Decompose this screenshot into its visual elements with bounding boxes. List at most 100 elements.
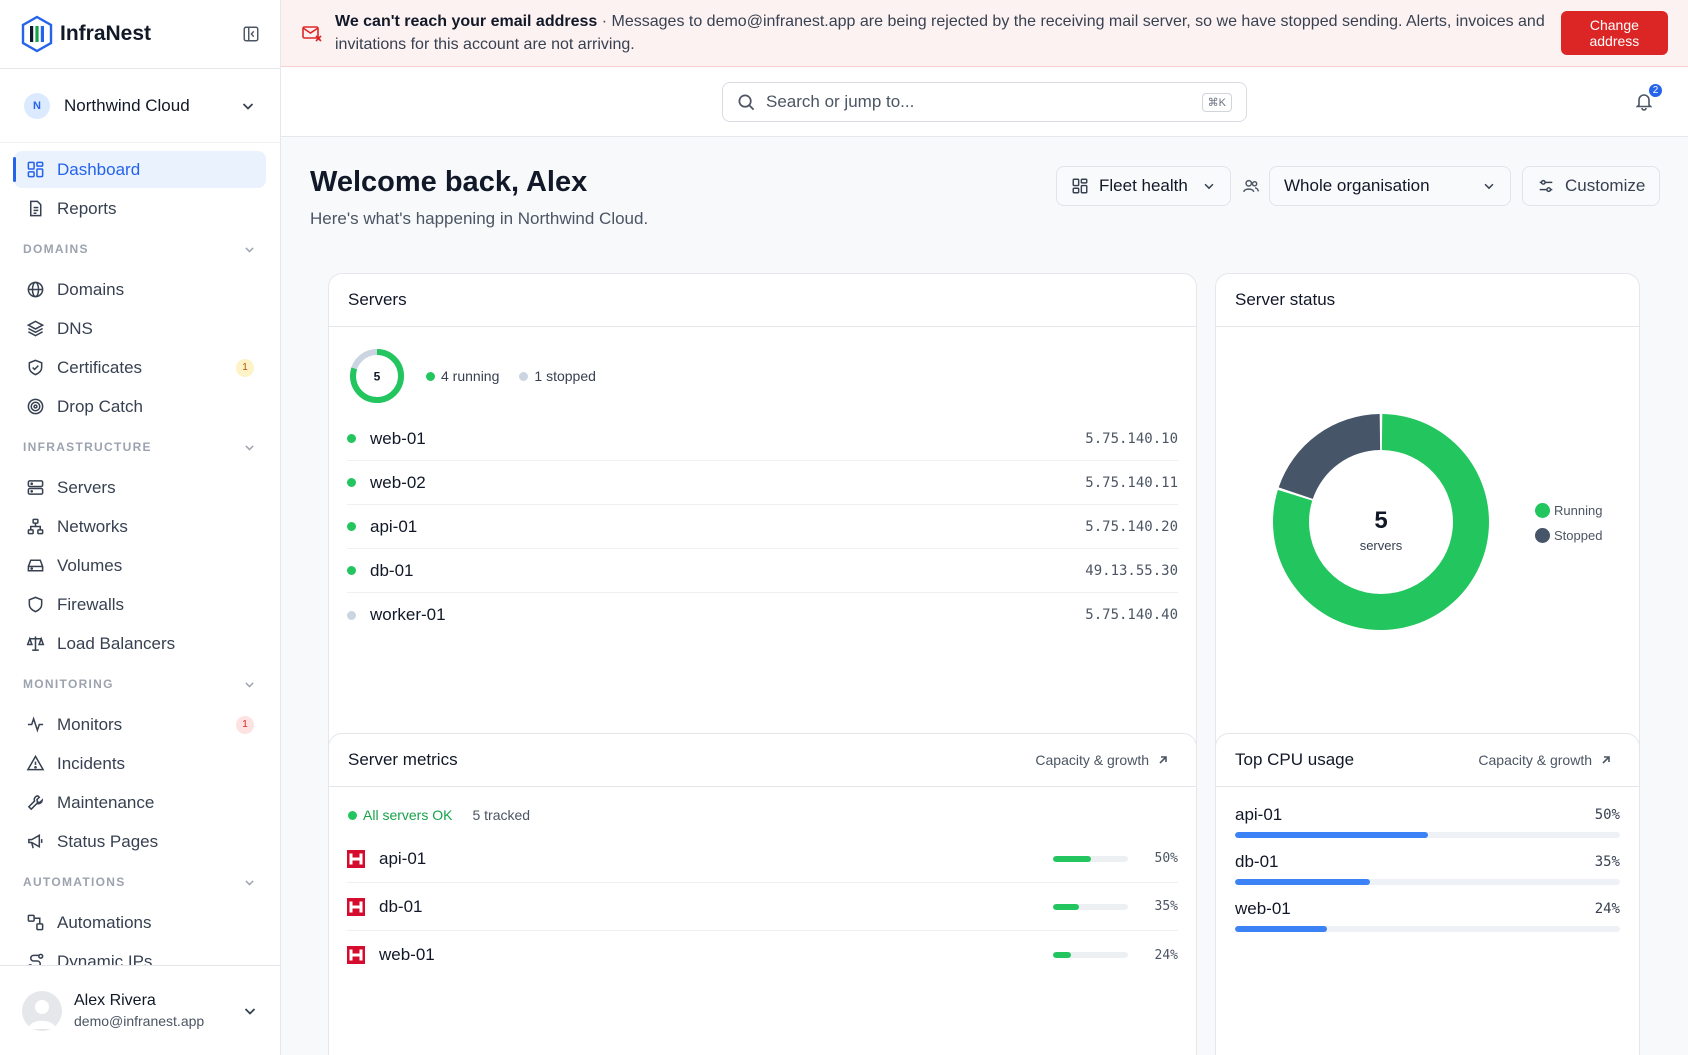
- list-item[interactable]: db-01 35%: [347, 883, 1178, 931]
- sidebar-item-dashboard[interactable]: Dashboard: [13, 151, 266, 188]
- cpu-percent: 35%: [1594, 854, 1620, 870]
- server-name: api-01: [370, 516, 418, 536]
- table-row[interactable]: web-02 5.75.140.11: [347, 461, 1178, 505]
- customize-button[interactable]: Customize: [1522, 166, 1661, 206]
- section-automations[interactable]: AUTOMATIONS: [14, 862, 266, 902]
- card-header: Server status: [1216, 274, 1639, 327]
- search-icon: [738, 94, 755, 110]
- running-dot: [426, 371, 435, 381]
- sidebar-item-label: Maintenance: [57, 792, 155, 812]
- running-count: 4 running: [426, 368, 499, 384]
- sidebar-item-label: Dashboard: [57, 159, 141, 179]
- user-menu[interactable]: Alex Rivera demo@infranest.app: [0, 965, 280, 1055]
- arrow-up-right-icon: [1602, 756, 1610, 764]
- sidebar-item-domains[interactable]: Domains: [14, 271, 266, 308]
- sidebar-item-networks[interactable]: Networks: [14, 508, 266, 545]
- section-title: INFRASTRUCTURE: [23, 440, 152, 454]
- server-ip: 5.75.140.11: [1085, 474, 1178, 491]
- chart-legend: Running Stopped: [1535, 498, 1602, 548]
- sidebar-item-status-pages[interactable]: Status Pages: [14, 823, 266, 860]
- cpu-server-name: api-01: [1235, 805, 1283, 824]
- sliders-icon: [1539, 179, 1553, 193]
- sidebar-item-servers[interactable]: Servers: [14, 469, 266, 506]
- sidebar-item-volumes[interactable]: Volumes: [14, 547, 266, 584]
- server-ip: 5.75.140.20: [1085, 518, 1178, 535]
- sidebar-item-maintenance[interactable]: Maintenance: [14, 784, 266, 821]
- list-item[interactable]: web-01 24%: [1235, 885, 1620, 932]
- stopped-dot: [519, 371, 529, 381]
- list-item[interactable]: db-01 35%: [1235, 838, 1620, 885]
- legend-label: Running: [1554, 503, 1603, 518]
- wrench-icon: [27, 795, 44, 811]
- section-title: MONITORING: [23, 677, 114, 691]
- section-monitoring[interactable]: MONITORING: [14, 664, 266, 704]
- search-shortcut: ⌘K: [1201, 92, 1232, 112]
- section-infrastructure[interactable]: INFRASTRUCTURE: [14, 427, 266, 467]
- hetzner-icon: [347, 946, 365, 964]
- brand-name: InfraNest: [60, 22, 152, 45]
- shield-check-icon: [28, 359, 43, 376]
- sidebar-item-firewalls[interactable]: Firewalls: [14, 586, 266, 623]
- change-address-button[interactable]: Change address: [1560, 11, 1668, 55]
- sidebar-item-automations[interactable]: Automations: [14, 904, 266, 941]
- metric-bar: [1053, 903, 1128, 910]
- sidebar-item-drop-catch[interactable]: Drop Catch: [14, 388, 266, 425]
- list-item[interactable]: api-01 50%: [1235, 787, 1620, 838]
- sidebar-item-certificates[interactable]: Certificates 1: [14, 349, 266, 386]
- capacity-growth-link[interactable]: Capacity & growth: [1478, 752, 1612, 768]
- metrics-list: api-01 50% db-01 35% web-01 24%: [329, 835, 1196, 979]
- metrics-status: All servers OK 5 tracked: [329, 787, 1196, 835]
- org-switcher[interactable]: N Northwind Cloud: [0, 69, 280, 143]
- server-name: web-02: [370, 472, 426, 492]
- card-title: Server metrics: [348, 750, 458, 769]
- ok-dot: [348, 810, 357, 820]
- list-item[interactable]: api-01 50%: [347, 835, 1178, 883]
- sidebar-collapse-icon[interactable]: [242, 25, 260, 43]
- scope-select[interactable]: Whole organisation: [1269, 166, 1511, 206]
- avatar: [22, 990, 62, 1031]
- cpu-bar: [1235, 832, 1620, 838]
- status-dot: [347, 566, 356, 575]
- table-row[interactable]: api-01 5.75.140.20: [347, 505, 1178, 549]
- globe-icon: [27, 281, 44, 298]
- table-row[interactable]: worker-01 5.75.140.40: [347, 593, 1178, 637]
- chevron-down-icon: [245, 879, 254, 886]
- cpu-bar-fill: [1235, 832, 1428, 838]
- legend-item-running: Running: [1535, 498, 1602, 523]
- view-selector[interactable]: Fleet health: [1056, 166, 1231, 206]
- sidebar-item-label: Automations: [57, 912, 152, 932]
- sidebar-item-label: Status Pages: [57, 831, 159, 851]
- legend-item-stopped: Stopped: [1535, 523, 1602, 548]
- card-title: Top CPU usage: [1235, 750, 1355, 769]
- cpu-bar-fill: [1235, 879, 1370, 885]
- cpu-list: api-01 50% db-01 35% web-01 24%: [1216, 787, 1639, 932]
- sidebar-item-reports[interactable]: Reports: [14, 190, 266, 227]
- capacity-growth-link[interactable]: Capacity & growth: [1035, 752, 1169, 768]
- chevron-down-icon: [245, 246, 254, 253]
- list-item[interactable]: web-01 24%: [347, 931, 1178, 979]
- sidebar-item-incidents[interactable]: Incidents: [14, 745, 266, 782]
- metric-bar-fill: [1053, 855, 1091, 862]
- dashboard-icon: [27, 161, 44, 178]
- drive-icon: [27, 559, 44, 572]
- stopped-count: 1 stopped: [519, 368, 596, 384]
- sidebar-item-monitors[interactable]: Monitors 1: [14, 706, 266, 743]
- table-row[interactable]: web-01 5.75.140.10: [347, 417, 1178, 461]
- section-title: DOMAINS: [23, 242, 89, 256]
- layers-icon: [26, 320, 45, 337]
- warning-icon: [26, 754, 45, 771]
- arrow-up-right-icon: [1159, 756, 1167, 764]
- sidebar-item-label: DNS: [57, 318, 93, 338]
- sidebar-item-load-balancers[interactable]: Load Balancers: [14, 625, 266, 662]
- search-input[interactable]: Search or jump to... ⌘K: [722, 82, 1247, 122]
- org-name: Northwind Cloud: [64, 95, 190, 115]
- server-metrics-card: Server metrics Capacity & growth All ser…: [328, 733, 1197, 1055]
- section-domains[interactable]: DOMAINS: [14, 229, 266, 269]
- topbar: Search or jump to... ⌘K 2: [281, 67, 1688, 137]
- server-ip: 5.75.140.10: [1085, 430, 1178, 447]
- legend-swatch: [1535, 528, 1550, 543]
- mini-donut-total: 5: [374, 370, 381, 384]
- sidebar-item-dns[interactable]: DNS: [14, 310, 266, 347]
- network-icon: [27, 518, 44, 535]
- table-row[interactable]: db-01 49.13.55.30: [347, 549, 1178, 593]
